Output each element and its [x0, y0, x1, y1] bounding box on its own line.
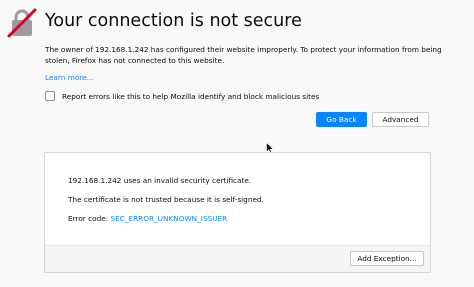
learn-more-link[interactable]: Learn more... — [45, 73, 94, 83]
go-back-button[interactable]: Go Back — [316, 112, 367, 127]
certificate-invalid-text: 192.168.1.242 uses an invalid security c… — [68, 176, 252, 185]
error-code-row: Error code: SEC_ERROR_UNKNOWN_ISSUER — [68, 214, 227, 224]
error-page: { "page": { "title": "Your connection is… — [0, 0, 474, 287]
advanced-panel: 192.168.1.242 uses an invalid security c… — [44, 152, 431, 273]
mouse-pointer-icon — [266, 139, 275, 154]
report-errors-checkbox[interactable] — [45, 91, 55, 101]
advanced-panel-footer: Add Exception... — [45, 245, 430, 272]
error-code-label: Error code: — [68, 214, 111, 223]
broken-lock-icon — [6, 7, 38, 39]
error-description: The owner of 192.168.1.242 has configure… — [45, 45, 442, 65]
page-title: Your connection is not secure — [45, 11, 302, 31]
add-exception-button[interactable]: Add Exception... — [350, 251, 424, 266]
advanced-button[interactable]: Advanced — [372, 112, 429, 127]
certificate-reason-text: The certificate is not trusted because i… — [68, 195, 264, 204]
error-code-link[interactable]: SEC_ERROR_UNKNOWN_ISSUER — [110, 214, 227, 223]
report-errors-row: Report errors like this to help Mozilla … — [45, 90, 319, 102]
report-errors-label: Report errors like this to help Mozilla … — [62, 91, 320, 101]
